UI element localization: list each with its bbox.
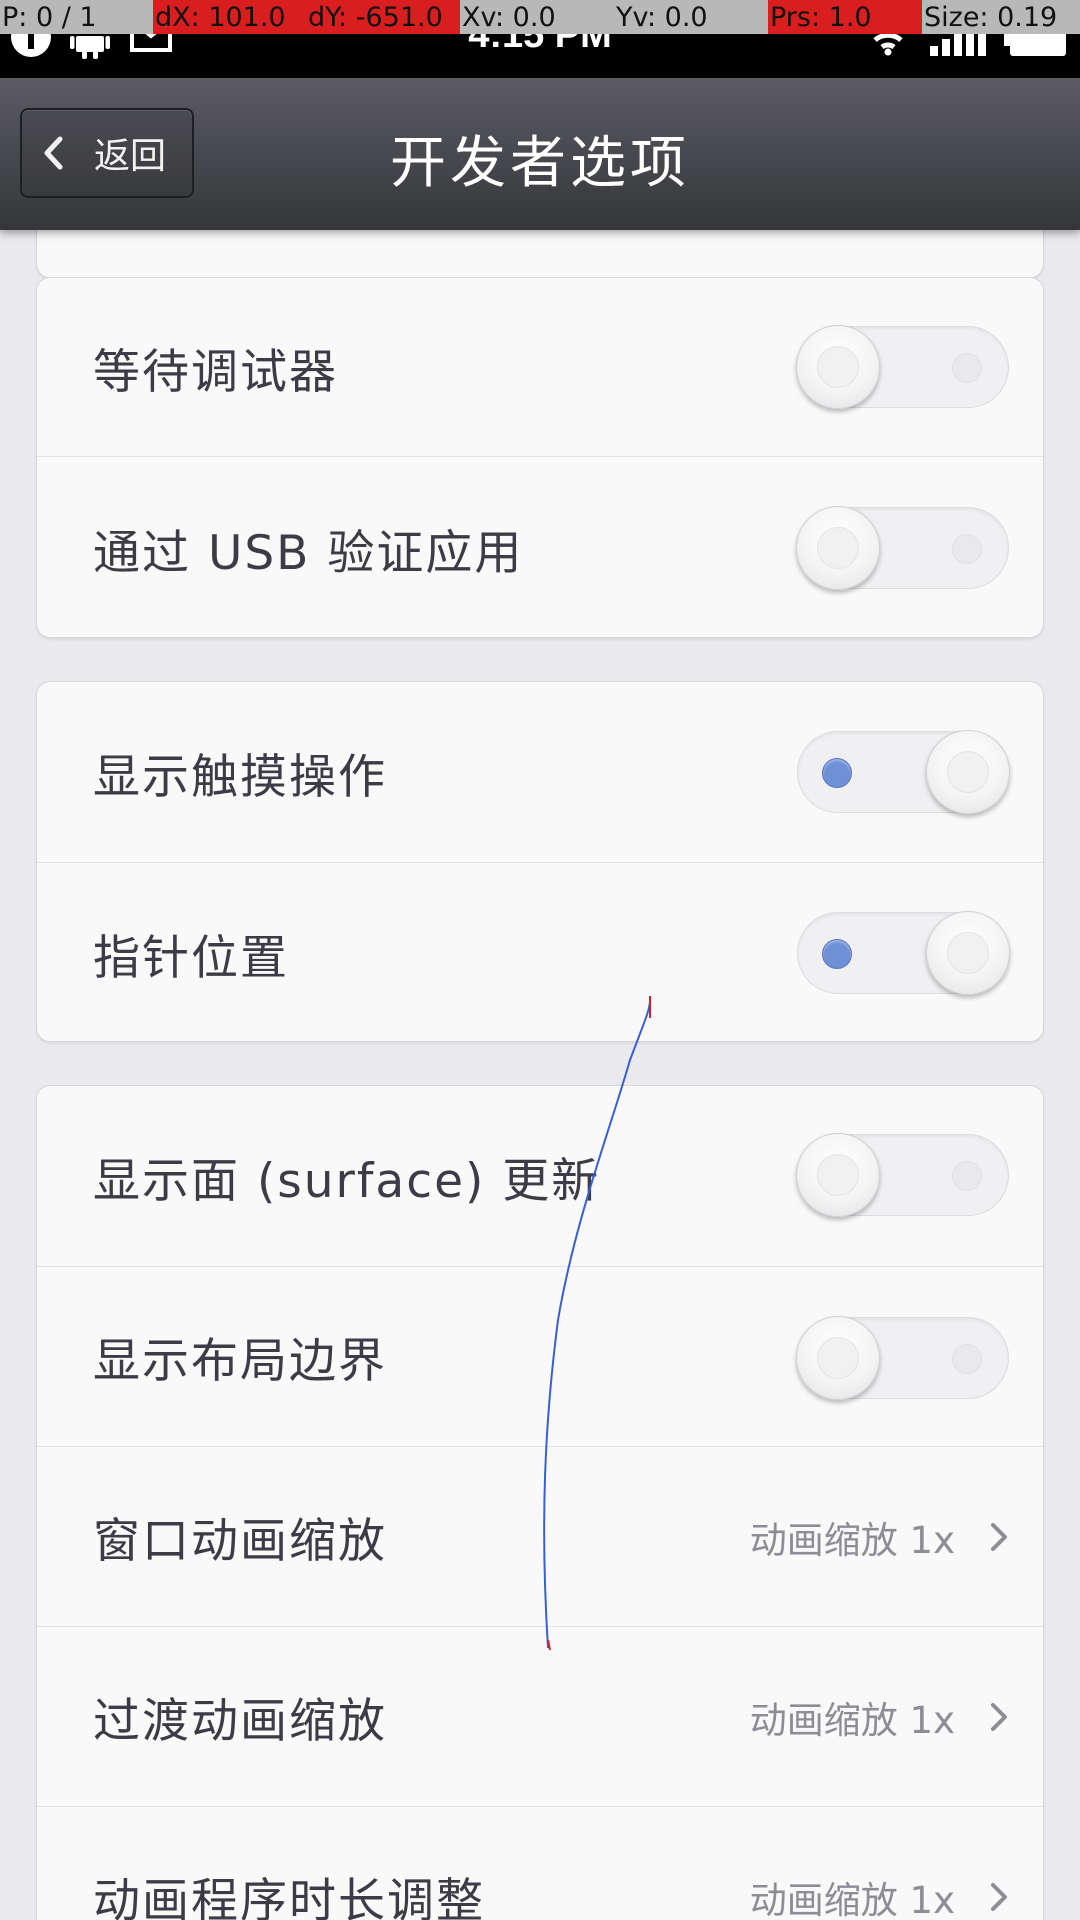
toggle-knob xyxy=(796,325,880,409)
setting-row-pointer-location[interactable]: 指针位置 xyxy=(37,862,1043,1041)
toggle-knob xyxy=(796,506,880,590)
verify-apps-usb-toggle[interactable] xyxy=(796,506,1009,590)
settings-list[interactable]: 等待调试器 通过 USB 验证应用 显示触摸操作 指针位置 显示面 (surfa… xyxy=(0,230,1080,1920)
setting-row-show-layout-bounds[interactable]: 显示布局边界 xyxy=(37,1266,1043,1446)
pointer-yv: Yv: 0.0 xyxy=(614,0,768,34)
show-surface-updates-toggle[interactable] xyxy=(796,1133,1009,1217)
pointer-xv: Xv: 0.0 xyxy=(460,0,614,34)
toggle-indicator-dot xyxy=(822,758,852,788)
setting-label: 过渡动画缩放 xyxy=(93,1694,387,1749)
toggle-indicator-dot xyxy=(822,939,852,969)
action-bar: 返回 开发者选项 xyxy=(0,78,1080,230)
settings-card-debugging: 等待调试器 通过 USB 验证应用 xyxy=(36,277,1044,638)
setting-value: 动画缩放 1x xyxy=(749,1878,955,1920)
toggle-indicator-dot xyxy=(952,534,982,564)
toggle-knob xyxy=(796,1316,880,1400)
pointer-dx: dX: 101.0 xyxy=(153,0,306,34)
setting-row-transition-animation-scale[interactable]: 过渡动画缩放 动画缩放 1x xyxy=(37,1626,1043,1806)
toggle-indicator-dot xyxy=(952,1161,982,1191)
setting-label: 等待调试器 xyxy=(93,344,338,400)
toggle-indicator-dot xyxy=(952,1344,982,1374)
setting-value: 动画缩放 1x xyxy=(749,1698,955,1742)
toggle-knob xyxy=(796,1133,880,1217)
setting-row-wait-for-debugger[interactable]: 等待调试器 xyxy=(37,278,1043,456)
setting-label: 指针位置 xyxy=(93,930,289,986)
settings-card-drawing: 显示面 (surface) 更新 显示布局边界 窗口动画缩放 动画缩放 1x 过… xyxy=(36,1085,1044,1920)
setting-row-animator-duration-scale[interactable]: 动画程序时长调整 动画缩放 1x xyxy=(37,1806,1043,1920)
setting-value: 动画缩放 1x xyxy=(749,1518,955,1562)
chevron-right-icon xyxy=(989,1627,1009,1806)
toggle-knob xyxy=(926,911,1010,995)
setting-row-verify-apps-usb[interactable]: 通过 USB 验证应用 xyxy=(37,456,1043,637)
show-layout-bounds-toggle[interactable] xyxy=(796,1316,1009,1400)
setting-row-show-surface-updates[interactable]: 显示面 (surface) 更新 xyxy=(37,1086,1043,1266)
pointer-count: P: 0 / 1 xyxy=(0,0,153,34)
pointer-pressure: Prs: 1.0 xyxy=(768,0,922,34)
page-title: 开发者选项 xyxy=(390,131,690,196)
pointer-size: Size: 0.19 xyxy=(922,0,1080,34)
setting-label: 通过 USB 验证应用 xyxy=(93,525,524,581)
settings-card-partial xyxy=(36,230,1044,278)
setting-label: 动画程序时长调整 xyxy=(93,1874,485,1920)
setting-label: 窗口动画缩放 xyxy=(93,1514,387,1569)
chevron-right-icon xyxy=(989,1807,1009,1920)
pointer-dy: dY: -651.0 xyxy=(306,0,460,34)
pointer-location-overlay: P: 0 / 1 dX: 101.0 dY: -651.0 Xv: 0.0 Yv… xyxy=(0,0,1080,34)
setting-label: 显示面 (surface) 更新 xyxy=(93,1153,601,1209)
pointer-location-toggle[interactable] xyxy=(797,911,1010,995)
wait-for-debugger-toggle[interactable] xyxy=(796,325,1009,409)
show-touches-toggle[interactable] xyxy=(797,730,1010,814)
setting-row-show-touches[interactable]: 显示触摸操作 xyxy=(37,682,1043,862)
toggle-knob xyxy=(926,730,1010,814)
setting-label: 显示布局边界 xyxy=(93,1334,387,1389)
setting-row-window-animation-scale[interactable]: 窗口动画缩放 动画缩放 1x xyxy=(37,1446,1043,1626)
toggle-indicator-dot xyxy=(952,353,982,383)
settings-card-input: 显示触摸操作 指针位置 xyxy=(36,681,1044,1042)
setting-label: 显示触摸操作 xyxy=(93,749,387,805)
chevron-right-icon xyxy=(989,1447,1009,1626)
